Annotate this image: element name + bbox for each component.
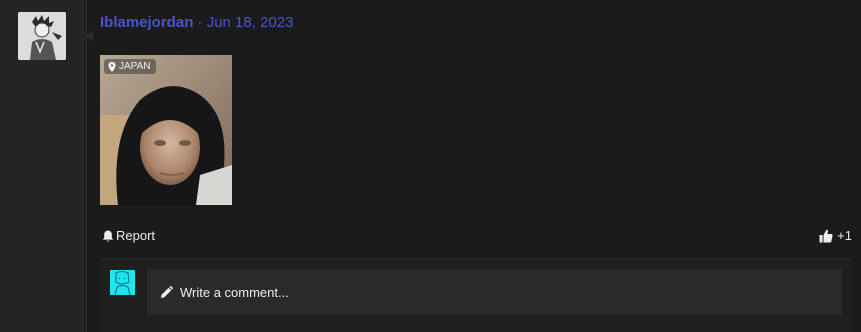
like-count: +1 bbox=[837, 228, 852, 243]
report-button[interactable]: Report bbox=[102, 226, 155, 246]
post-actions: Report +1 bbox=[100, 226, 852, 246]
map-pin-icon bbox=[108, 61, 116, 72]
pencil-icon bbox=[161, 286, 173, 298]
post-card: Iblamejordan · Jun 18, 2023 JAPAN Report… bbox=[0, 0, 861, 332]
post-author-column bbox=[0, 0, 87, 332]
avatar-pointer bbox=[86, 30, 93, 42]
bell-icon bbox=[102, 230, 114, 242]
location-label: JAPAN bbox=[119, 61, 151, 72]
post-image[interactable]: JAPAN bbox=[100, 55, 232, 205]
post-date-link[interactable]: Jun 18, 2023 bbox=[207, 14, 294, 31]
post-header: Iblamejordan · Jun 18, 2023 bbox=[100, 14, 293, 32]
comment-input[interactable]: Write a comment... bbox=[147, 269, 842, 315]
location-tag: JAPAN bbox=[104, 59, 156, 74]
thumbs-up-icon bbox=[819, 229, 833, 243]
header-separator: · bbox=[197, 14, 203, 31]
like-button[interactable]: +1 bbox=[819, 226, 852, 246]
comment-placeholder: Write a comment... bbox=[180, 284, 289, 300]
current-user-avatar[interactable] bbox=[110, 270, 135, 295]
author-username-link[interactable]: Iblamejordan bbox=[100, 14, 193, 31]
author-avatar[interactable] bbox=[18, 12, 66, 60]
report-label: Report bbox=[116, 228, 156, 243]
comment-section: Write a comment... bbox=[100, 258, 852, 332]
page-scrollbar[interactable] bbox=[857, 0, 861, 332]
